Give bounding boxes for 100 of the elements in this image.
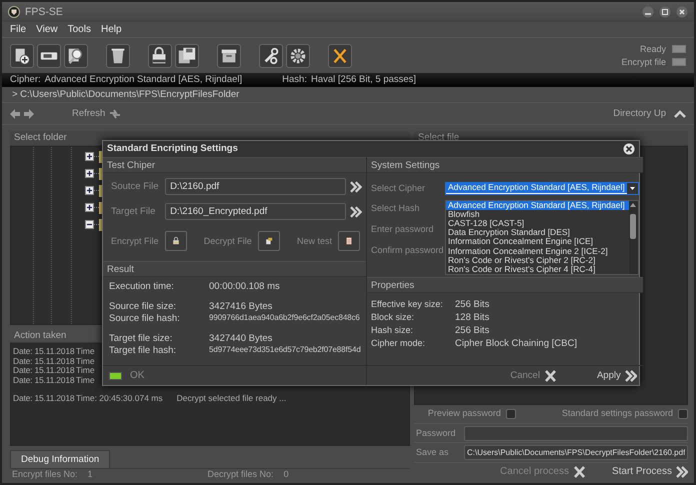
button-label: New test [296,236,332,246]
save-as-field[interactable]: C:\Users\Public\Documents\FPS\DecryptFilesFolder\2160.pdf [464,445,688,460]
apply-button[interactable]: Apply [596,370,637,382]
property-label: Effective key size: [371,299,444,312]
field-label: Confirm password [371,245,443,258]
test-button[interactable] [338,231,360,252]
property-value: 128 Bits [455,312,490,326]
field-label: Soutce File [111,180,160,192]
scroll-up-icon [630,202,636,207]
toolbar-button[interactable] [37,44,61,68]
log-time: Time: 20:45:30.074 ms [76,394,163,404]
property-value: 256 Bits [455,325,490,338]
result-label: Target file size: [109,333,174,345]
log-time: Time [76,366,95,376]
field-label: Select Cipher [371,182,426,194]
dropdown-option[interactable]: Information Concealment Engine [ICE] [446,237,629,247]
toolbar-button[interactable] [259,44,283,68]
field-label: Select Hash [371,203,421,216]
forward-arrow-icon [24,108,34,119]
result-label: Target file hash: [109,344,178,356]
cipher-select[interactable]: Advanced Encryption Standard [AES, Rijndael] [445,182,639,195]
double-chevron-icon[interactable] [350,180,362,193]
field-label: Enter password [371,224,435,236]
checkbox-label: Preview password [428,408,501,420]
status-value: 0 [284,469,289,480]
log-date: Date: 15.11.2018 [13,366,76,376]
scrollbar[interactable] [628,200,638,274]
log-date: Date: 15.11.2018 [13,347,76,357]
result-value: 00:00:00.108 ms [209,281,280,292]
result-value: 5d9774eee73d351e6d57c79eb2f07e88f54d [209,344,361,356]
result-value: 3427416 Bytes [209,301,272,313]
menu-item[interactable]: File [10,24,26,36]
toolbar-button[interactable] [64,44,88,68]
cross-icon [572,464,586,479]
dropdown-option[interactable]: CAST-128 [CAST-5] [446,218,629,228]
button-label: Decrypt File [204,236,252,246]
log-date: Date: 15.11.2018 [13,394,76,404]
section-header: System Settings [367,157,643,174]
test-button[interactable] [164,231,187,252]
toolbar-button[interactable] [286,44,310,68]
expand-icon[interactable] [85,169,94,178]
folder-path: > C:\Users\Public\Documents\FPS\EncryptFilesFolder [12,88,240,100]
toolbar-button[interactable] [10,44,34,68]
close-icon [676,6,688,18]
property-value: Cipher Block Chaining [CBC] [455,338,577,352]
window-title: FPS-SE [25,6,63,18]
double-chevron-icon [676,466,688,478]
expand-icon[interactable] [85,203,94,212]
button-label: Encrypt File [111,236,159,246]
refresh-button[interactable]: Refresh [72,108,106,120]
dropdown-option[interactable]: Ron's Code or Rivest's Cipher 4 [RC-4] [446,264,629,274]
target-file-field[interactable]: D:\2160_Encrypted.pdf [165,203,346,220]
hash-label: Hash: [282,74,307,86]
log-time: Time [76,376,95,386]
menu-item[interactable]: Tools [68,24,91,36]
section-header: Properties [367,277,643,294]
status-label: Decrypt files No: [208,469,274,480]
log-time: Time [76,347,95,357]
collapse-icon[interactable] [85,220,94,230]
tab[interactable]: Debug Information [10,450,110,468]
result-label: Execution time: [109,281,175,292]
field-label: Save as [416,447,450,458]
toolbar-button[interactable] [106,44,130,68]
checkbox[interactable] [678,408,688,419]
menu-item[interactable]: View [36,24,58,36]
log-time: Time [76,356,95,366]
toolbar-button[interactable] [175,44,199,68]
dropdown-option[interactable]: Advanced Encryption Standard [AES, Rijndael] [446,200,629,210]
start-process-button[interactable]: Start Process [612,466,688,478]
result-label: Source file hash: [109,312,181,324]
dropdown-option[interactable]: Ron's Code or Rivest's Cipher 2 [RC-2] [446,256,629,265]
dropdown-option[interactable]: Blowfish [446,210,629,219]
toolbar-button[interactable] [328,44,352,68]
menu-item[interactable]: Help [100,24,122,36]
back-arrow-icon [10,108,20,119]
result-label: Source file size: [109,301,178,313]
log-date: Date: 15.11.2018 [13,376,76,386]
checkbox[interactable] [506,408,516,419]
log-message: Decrypt selected file ready ... [176,394,286,404]
field-label: Password [416,428,456,438]
toolbar-button[interactable] [148,44,172,68]
dropdown-option[interactable]: Data Encryption Standard [DES] [446,228,629,238]
double-chevron-icon[interactable] [350,206,362,218]
property-label: Block size: [371,312,416,324]
source-file-field[interactable]: D:\2160.pdf [165,178,346,196]
toolbar-button[interactable] [217,44,241,68]
dropdown-option[interactable]: Information Concealment Engine 2 [ICE-2] [446,246,629,256]
indicator-label: Encrypt file [621,56,666,68]
field-label: Target File [111,206,156,218]
expand-icon[interactable] [85,152,94,162]
cipher-label: Cipher: [10,74,41,86]
chevron-up-icon [674,110,686,118]
directory-up-button[interactable]: Directory Up [613,108,666,120]
test-button[interactable] [258,231,280,252]
expand-icon[interactable] [85,186,94,196]
dialog-title: Standard Encripting Settings [107,143,239,155]
result-value: 3427440 Bytes [209,333,272,345]
section-header: Test Chiper [103,157,366,174]
password-field[interactable] [464,426,688,441]
status-text: OK [130,370,144,382]
